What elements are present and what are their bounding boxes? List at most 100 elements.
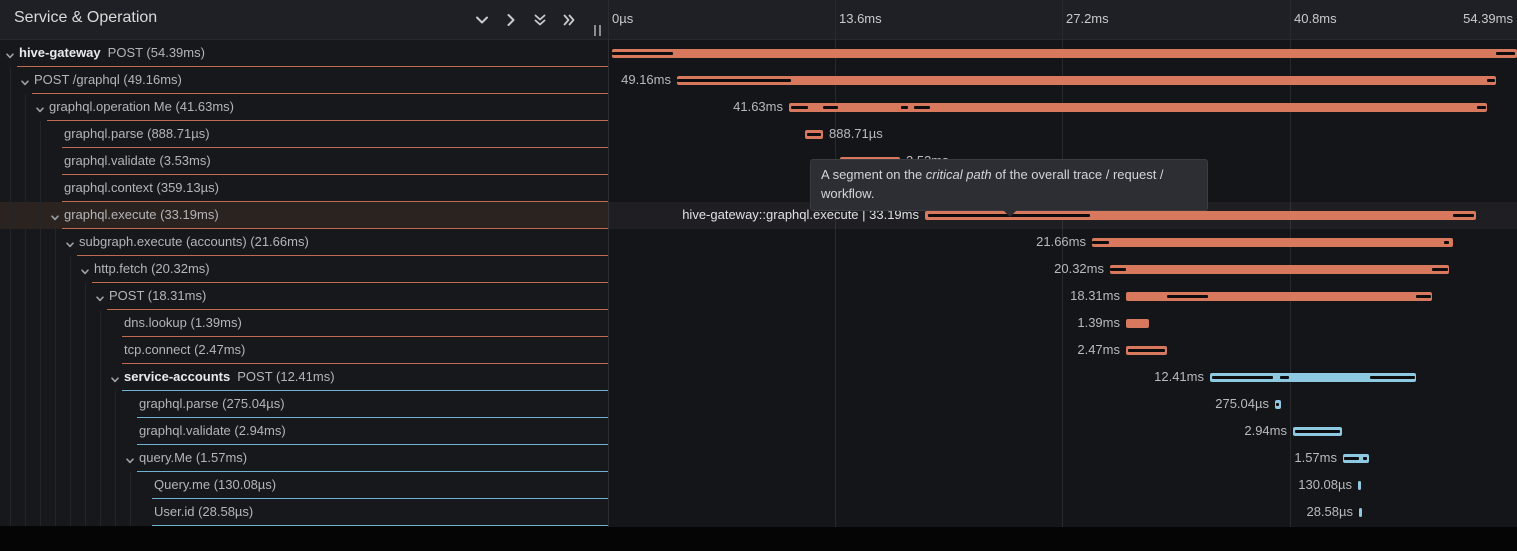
indent-guide: [10, 202, 11, 229]
chevron-down-icon[interactable]: [20, 75, 30, 85]
span-row-11[interactable]: dns.lookup (1.39ms)1.39ms: [0, 310, 1517, 337]
span-tree-cell[interactable]: tcp.connect (2.47ms): [0, 337, 608, 364]
chevron-down-icon[interactable]: [80, 264, 90, 274]
span-tree-cell[interactable]: graphql.context (359.13µs): [0, 175, 608, 202]
chevron-down-icon[interactable]: [95, 291, 105, 301]
span-tree-cell[interactable]: graphql.parse (888.71µs): [0, 121, 608, 148]
chevron-down-icon[interactable]: [50, 210, 60, 220]
indent-guide: [40, 445, 41, 472]
indent-guide: [115, 472, 116, 499]
timeline-tick-label: 40.8ms: [1294, 11, 1337, 26]
indent-guide: [40, 499, 41, 526]
span-tree-cell[interactable]: http.fetch (20.32ms): [0, 256, 608, 283]
tree-controls: [474, 12, 577, 28]
indent-guide: [100, 364, 101, 391]
span-row-2[interactable]: POST /graphql (49.16ms)49.16ms: [0, 67, 1517, 94]
span-name: http.fetch (20.32ms): [94, 256, 210, 282]
indent-guide: [25, 418, 26, 445]
chevron-down-icon[interactable]: [110, 372, 120, 382]
indent-guide: [55, 229, 56, 256]
span-tree-cell[interactable]: graphql.validate (2.94ms): [0, 418, 608, 445]
critical-path-segment: [1370, 376, 1415, 379]
double-chevron-down-icon[interactable]: [532, 12, 548, 28]
span-duration-label: 41.63ms: [733, 94, 783, 120]
span-tree-cell[interactable]: hive-gatewayPOST (54.39ms): [0, 40, 608, 67]
span-bar[interactable]: [789, 103, 1487, 112]
span-tree-cell[interactable]: graphql.execute (33.19ms): [0, 202, 608, 229]
span-tree-cell[interactable]: POST /graphql (49.16ms): [0, 67, 608, 94]
span-bar[interactable]: [677, 76, 1496, 85]
span-name: dns.lookup (1.39ms): [124, 310, 242, 336]
span-tree-cell[interactable]: service-accountsPOST (12.41ms): [0, 364, 608, 391]
span-row-16[interactable]: query.Me (1.57ms)1.57ms: [0, 445, 1517, 472]
span-row-5[interactable]: graphql.validate (3.53ms)3.53ms: [0, 148, 1517, 175]
span-row-9[interactable]: http.fetch (20.32ms)20.32ms: [0, 256, 1517, 283]
span-row-6[interactable]: graphql.context (359.13µs)359.13µs: [0, 175, 1517, 202]
span-row-8[interactable]: subgraph.execute (accounts) (21.66ms)21.…: [0, 229, 1517, 256]
span-row-14[interactable]: graphql.parse (275.04µs)275.04µs: [0, 391, 1517, 418]
indent-guide: [10, 310, 11, 337]
span-row-1[interactable]: hive-gatewayPOST (54.39ms): [0, 40, 1517, 67]
span-tree-cell[interactable]: graphql.parse (275.04µs): [0, 391, 608, 418]
critical-path-segment: [1416, 295, 1431, 298]
span-tree-cell[interactable]: graphql.validate (3.53ms): [0, 148, 608, 175]
span-name: User.id (28.58µs): [154, 499, 253, 525]
span-tree-cell[interactable]: subgraph.execute (accounts) (21.66ms): [0, 229, 608, 256]
span-row-13[interactable]: service-accountsPOST (12.41ms) 12.41ms: [0, 364, 1517, 391]
critical-path-segment: [823, 106, 838, 109]
indent-guide: [10, 337, 11, 364]
span-tree-cell[interactable]: query.Me (1.57ms): [0, 445, 608, 472]
critical-path-segment: [791, 106, 808, 109]
span-row-12[interactable]: tcp.connect (2.47ms)2.47ms: [0, 337, 1517, 364]
critical-path-segment: [807, 133, 821, 136]
critical-path-segment: [1453, 214, 1474, 217]
span-row-3[interactable]: graphql.operation Me (41.63ms) 41.63ms: [0, 94, 1517, 121]
indent-guide: [70, 499, 71, 526]
indent-guide: [85, 283, 86, 310]
span-bar[interactable]: [1358, 481, 1361, 490]
span-tree-cell[interactable]: dns.lookup (1.39ms): [0, 310, 608, 337]
indent-guide: [25, 148, 26, 175]
trace-viewer: Service & Operation 0µs13.6ms27.2ms40.8m…: [0, 0, 1517, 551]
span-row-15[interactable]: graphql.validate (2.94ms)2.94ms: [0, 418, 1517, 445]
span-row-4[interactable]: graphql.parse (888.71µs)888.71µs: [0, 121, 1517, 148]
chevron-right-icon[interactable]: [503, 12, 519, 28]
indent-guide: [100, 418, 101, 445]
indent-guide: [85, 499, 86, 526]
indent-guide: [40, 148, 41, 175]
span-row-7[interactable]: graphql.execute (33.19ms)hive-gateway::g…: [0, 202, 1517, 229]
chevron-down-icon[interactable]: [5, 48, 15, 58]
span-bar[interactable]: [612, 49, 1517, 58]
critical-path-segment: [1444, 241, 1449, 244]
span-name: graphql.parse (275.04µs): [139, 391, 285, 417]
double-chevron-right-icon[interactable]: [561, 12, 577, 28]
chevron-down-icon[interactable]: [65, 237, 75, 247]
span-name: graphql.execute (33.19ms): [64, 202, 219, 228]
span-tree-cell[interactable]: POST (18.31ms): [0, 283, 608, 310]
panel-resize-grip[interactable]: [594, 25, 602, 36]
indent-guide: [10, 472, 11, 499]
chevron-down-icon[interactable]: [35, 102, 45, 112]
span-timeline-cell: 21.66ms: [608, 229, 1517, 256]
span-tree-cell[interactable]: User.id (28.58µs): [0, 499, 608, 526]
indent-guide: [25, 202, 26, 229]
chevron-down-icon[interactable]: [125, 453, 135, 463]
indent-guide: [40, 256, 41, 283]
span-tree-cell[interactable]: Query.me (130.08µs): [0, 472, 608, 499]
span-tree-cell[interactable]: graphql.operation Me (41.63ms): [0, 94, 608, 121]
indent-guide: [10, 121, 11, 148]
span-timeline-cell: 2.94ms: [608, 418, 1517, 445]
indent-guide: [25, 256, 26, 283]
span-bar[interactable]: [1126, 319, 1149, 328]
indent-guide: [100, 310, 101, 337]
indent-guide: [25, 364, 26, 391]
span-row-17[interactable]: Query.me (130.08µs)130.08µs: [0, 472, 1517, 499]
indent-guide: [85, 391, 86, 418]
span-bar[interactable]: [1359, 508, 1362, 517]
span-bar[interactable]: [1110, 265, 1449, 274]
span-row-18[interactable]: User.id (28.58µs)28.58µs: [0, 499, 1517, 526]
chevron-down-icon[interactable]: [474, 12, 490, 28]
span-row-10[interactable]: POST (18.31ms)18.31ms: [0, 283, 1517, 310]
span-bar[interactable]: [1092, 238, 1453, 247]
span-duration-label: 12.41ms: [1154, 364, 1204, 390]
